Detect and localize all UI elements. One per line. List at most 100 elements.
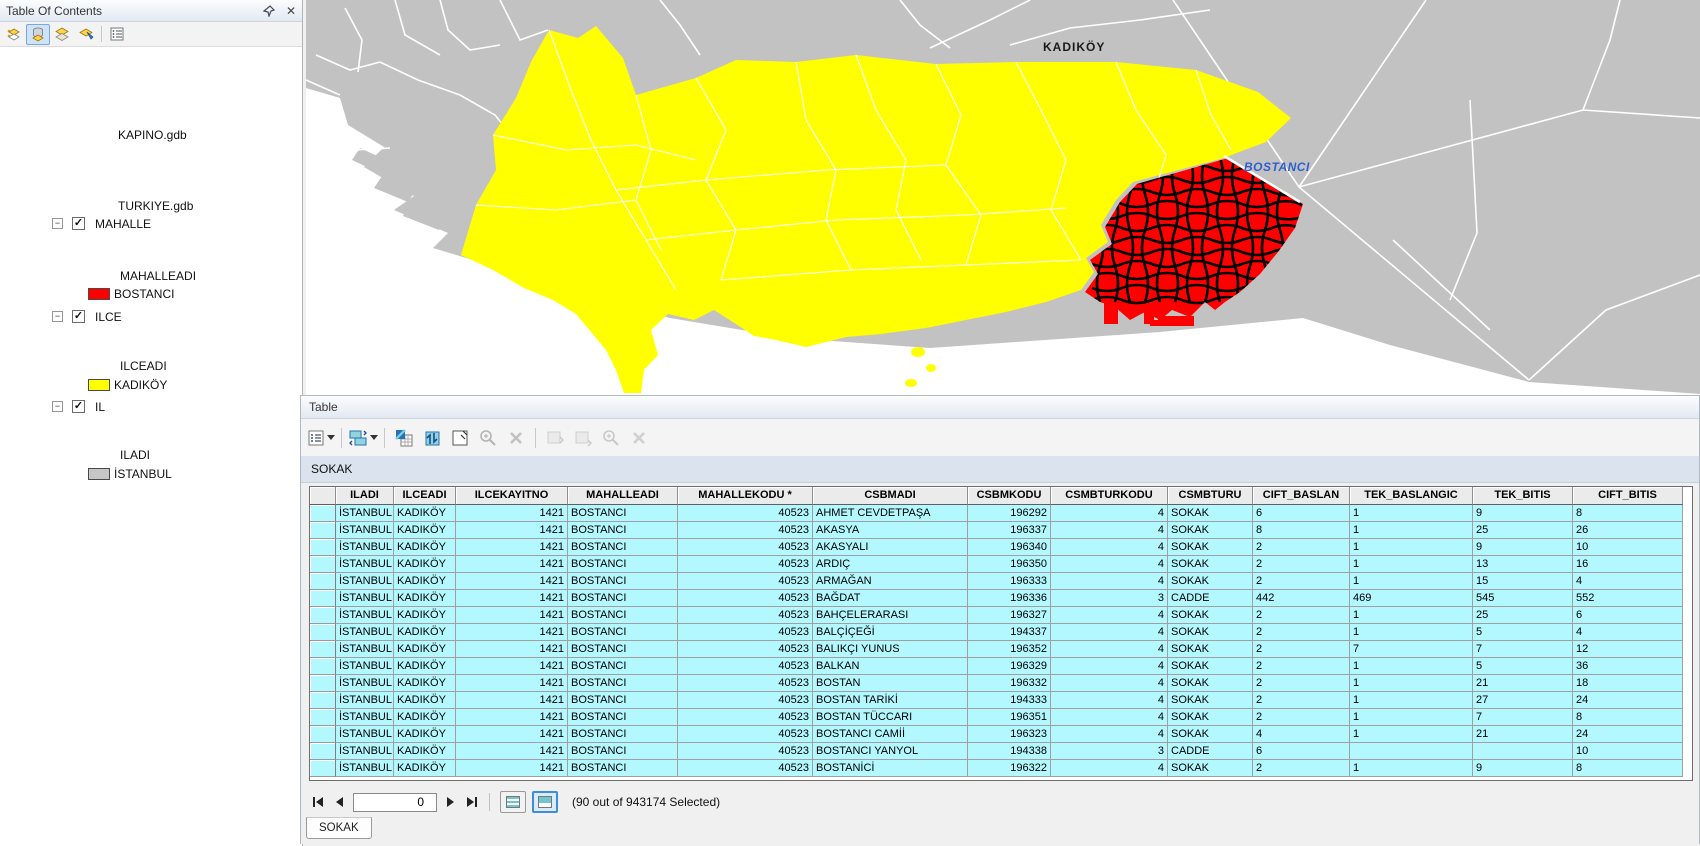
cell[interactable]: 4 (1253, 726, 1350, 743)
cell[interactable]: 8 (1573, 505, 1683, 522)
cell[interactable]: 40523 (678, 658, 813, 675)
cell[interactable] (1473, 743, 1573, 760)
previous-record-button[interactable] (331, 793, 349, 811)
cell[interactable]: BOSTANCI (568, 658, 678, 675)
cell[interactable]: 4 (1051, 726, 1168, 743)
cell[interactable]: KADIKÖY (394, 590, 456, 607)
cell[interactable]: İSTANBUL (336, 743, 394, 760)
cell[interactable]: BOSTANCI (568, 760, 678, 777)
cell[interactable]: 21 (1473, 726, 1573, 743)
cell[interactable]: 196340 (968, 539, 1051, 556)
cell[interactable]: 6 (1573, 607, 1683, 624)
cell[interactable]: 552 (1573, 590, 1683, 607)
pin-icon[interactable] (262, 4, 276, 18)
cell[interactable]: 196333 (968, 573, 1051, 590)
list-by-drawing-order-button[interactable] (2, 24, 26, 45)
cell[interactable]: 1 (1350, 692, 1473, 709)
cell[interactable]: 194333 (968, 692, 1051, 709)
cell[interactable]: 1421 (456, 743, 568, 760)
cell[interactable]: 1421 (456, 590, 568, 607)
list-by-source-button[interactable] (26, 23, 50, 45)
record-number-input[interactable] (353, 792, 437, 812)
cell[interactable]: 26 (1573, 522, 1683, 539)
cell[interactable]: 24 (1573, 726, 1683, 743)
cell[interactable]: 2 (1253, 607, 1350, 624)
cell[interactable]: BOSTANCI (568, 556, 678, 573)
column-header-ilcekayitno[interactable]: ILCEKAYITNO (456, 487, 568, 505)
cell[interactable]: 40523 (678, 607, 813, 624)
cell[interactable]: İSTANBUL (336, 505, 394, 522)
cell[interactable]: 1421 (456, 556, 568, 573)
last-record-button[interactable] (463, 793, 481, 811)
cell[interactable]: BOSTANCI (568, 539, 678, 556)
column-header-csmbturu[interactable]: CSMBTURU (1168, 487, 1253, 505)
cell[interactable]: İSTANBUL (336, 760, 394, 777)
cell[interactable]: 40523 (678, 505, 813, 522)
cell[interactable]: SOKAK (1168, 692, 1253, 709)
cell[interactable]: BOSTANCI (568, 641, 678, 658)
cell[interactable]: BOSTANCI YANYOL (813, 743, 968, 760)
cell[interactable]: 2 (1253, 624, 1350, 641)
cell[interactable]: 4 (1051, 505, 1168, 522)
cell[interactable]: 1 (1350, 556, 1473, 573)
cell[interactable]: 13 (1473, 556, 1573, 573)
cell[interactable]: 1 (1350, 709, 1473, 726)
cell[interactable]: İSTANBUL (336, 658, 394, 675)
row-selector[interactable] (310, 726, 336, 743)
cell[interactable]: 1421 (456, 607, 568, 624)
cell[interactable]: KADIKÖY (394, 505, 456, 522)
cell[interactable]: 442 (1253, 590, 1350, 607)
legend-swatch[interactable] (88, 288, 110, 300)
cell[interactable]: 196332 (968, 675, 1051, 692)
cell[interactable]: 4 (1051, 760, 1168, 777)
cell[interactable]: BOSTANCI (568, 590, 678, 607)
row-selector[interactable] (310, 556, 336, 573)
cell[interactable]: 4 (1051, 539, 1168, 556)
cell[interactable]: 40523 (678, 709, 813, 726)
cell[interactable]: 40523 (678, 726, 813, 743)
cell[interactable]: 196322 (968, 760, 1051, 777)
cell[interactable]: 40523 (678, 743, 813, 760)
list-by-selection-button[interactable] (74, 24, 98, 45)
cell[interactable]: 4 (1051, 709, 1168, 726)
cell[interactable]: 2 (1253, 556, 1350, 573)
cell[interactable]: 1 (1350, 624, 1473, 641)
column-header-iladi[interactable]: ILADI (336, 487, 394, 505)
layer-visibility-checkbox[interactable]: ✓ (72, 217, 85, 230)
cell[interactable]: SOKAK (1168, 641, 1253, 658)
cell[interactable]: 1 (1350, 658, 1473, 675)
cell[interactable]: BOSTANCI CAMİİ (813, 726, 968, 743)
cell[interactable]: 545 (1473, 590, 1573, 607)
cell[interactable]: BOSTANCI (568, 675, 678, 692)
select-by-attributes-button[interactable] (391, 425, 417, 451)
row-selector[interactable] (310, 641, 336, 658)
cell[interactable]: 196351 (968, 709, 1051, 726)
cell[interactable]: 10 (1573, 743, 1683, 760)
cell[interactable]: 21 (1473, 675, 1573, 692)
next-record-button[interactable] (441, 793, 459, 811)
cell[interactable]: CADDE (1168, 743, 1253, 760)
column-header-csbmkodu[interactable]: CSBMKODU (968, 487, 1051, 505)
cell[interactable]: 1 (1350, 726, 1473, 743)
cell[interactable]: 10 (1573, 539, 1683, 556)
cell[interactable]: 4 (1051, 522, 1168, 539)
cell[interactable]: 1421 (456, 709, 568, 726)
cell[interactable]: BOSTANCI (568, 522, 678, 539)
cell[interactable]: 7 (1350, 641, 1473, 658)
cell[interactable]: 5 (1473, 624, 1573, 641)
cell[interactable]: İSTANBUL (336, 539, 394, 556)
show-all-records-button[interactable] (500, 791, 526, 813)
cell[interactable]: 1421 (456, 539, 568, 556)
cell[interactable]: 1 (1350, 675, 1473, 692)
cell[interactable]: 196292 (968, 505, 1051, 522)
table-options-button[interactable] (307, 425, 335, 451)
cell[interactable]: SOKAK (1168, 624, 1253, 641)
cell[interactable]: 8 (1253, 522, 1350, 539)
cell[interactable]: İSTANBUL (336, 692, 394, 709)
cell[interactable]: 194338 (968, 743, 1051, 760)
related-tables-button[interactable] (348, 425, 378, 451)
cell[interactable]: KADIKÖY (394, 522, 456, 539)
cell[interactable]: KADIKÖY (394, 726, 456, 743)
cell[interactable]: 9 (1473, 760, 1573, 777)
cell[interactable]: 1421 (456, 522, 568, 539)
